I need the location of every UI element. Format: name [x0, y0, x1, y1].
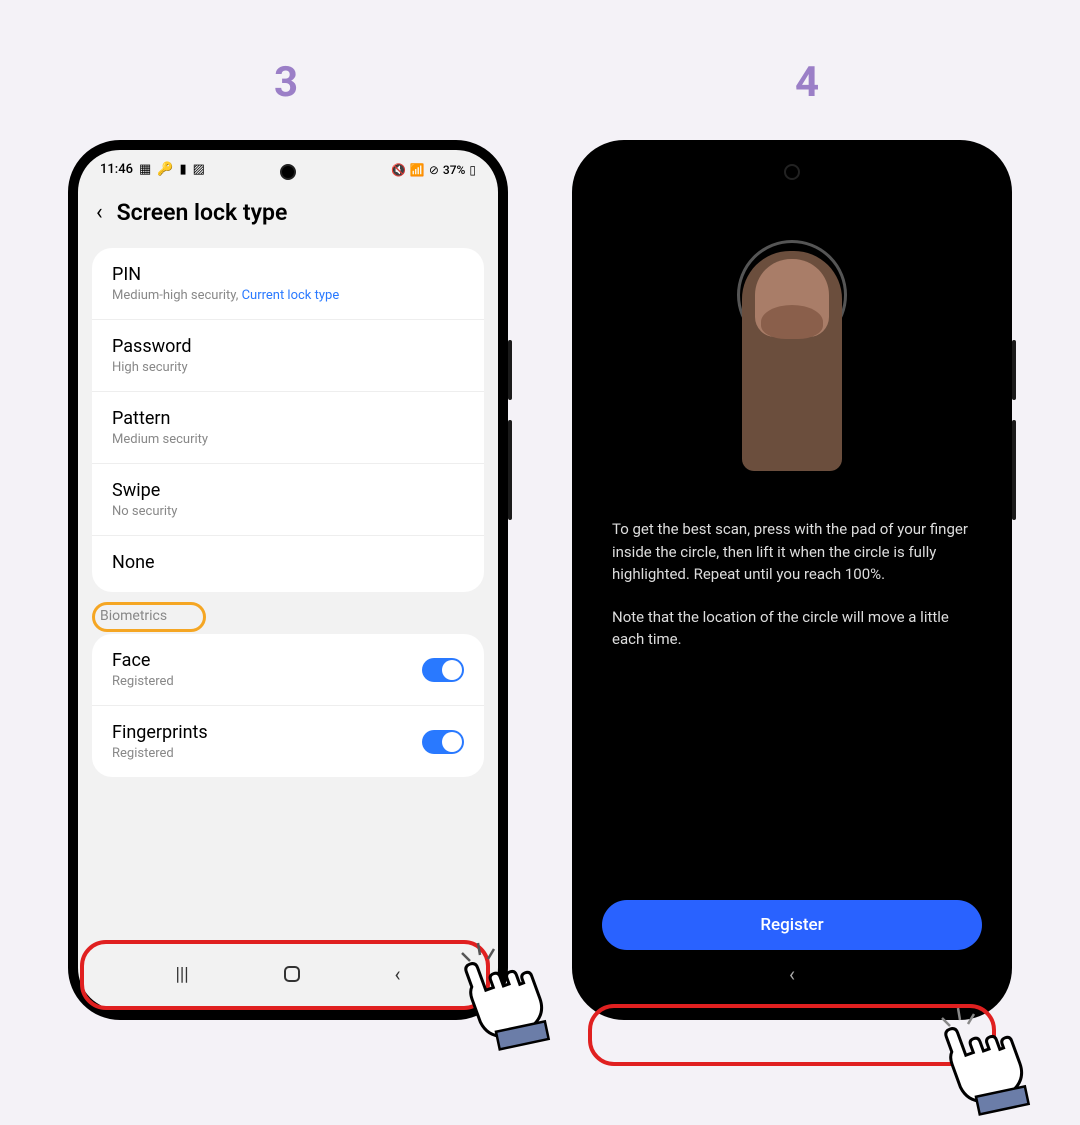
item-subtitle: No security — [112, 504, 464, 519]
nav-bar: ‹ — [582, 948, 1002, 1000]
nav-recents-icon[interactable]: ||| — [175, 964, 188, 985]
status-image-icon: ▨ — [193, 162, 205, 177]
thumb-icon — [742, 251, 842, 471]
phone-screen-right: To get the best scan, press with the pad… — [582, 150, 1002, 1010]
lock-type-swipe[interactable]: Swipe No security — [92, 464, 484, 536]
nav-bar: ||| ‹ — [78, 948, 498, 1000]
camera-hole — [280, 164, 296, 180]
biometrics-card: Face Registered Fingerprints Registered — [92, 634, 484, 777]
item-subtitle: Medium security — [112, 432, 464, 447]
phone-side-button — [1012, 420, 1016, 520]
status-time: 11:46 — [100, 162, 133, 177]
wifi-icon: 📶 — [410, 163, 425, 177]
lock-types-card: PIN Medium-high security, Current lock t… — [92, 248, 484, 592]
item-title: Pattern — [112, 408, 464, 429]
item-subtitle: Registered — [112, 746, 422, 761]
item-subtitle: Registered — [112, 674, 422, 689]
item-title: PIN — [112, 264, 464, 285]
step-number-4: 4 — [795, 58, 819, 107]
camera-hole — [784, 164, 800, 180]
phone-screen-left: 11:46 ▦ 🔑 ▮ ▨ 🔇 📶 ⊘ 37% ▯ ‹ Screen lock … — [78, 150, 498, 1010]
pointer-hand-icon — [920, 1005, 1040, 1125]
no-signal-icon: ⊘ — [429, 163, 439, 177]
status-key-icon: 🔑 — [157, 162, 173, 177]
mute-icon: 🔇 — [391, 163, 406, 177]
nav-back-icon[interactable]: ‹ — [394, 962, 400, 986]
lock-type-password[interactable]: Password High security — [92, 320, 484, 392]
biometric-fingerprints[interactable]: Fingerprints Registered — [92, 706, 484, 777]
phone-frame-right: To get the best scan, press with the pad… — [572, 140, 1012, 1020]
item-title: Face — [112, 650, 422, 671]
item-subtitle: Medium-high security, Current lock type — [112, 288, 464, 303]
item-title: None — [112, 552, 464, 573]
nav-back-icon[interactable]: ‹ — [789, 962, 795, 986]
lock-type-pin[interactable]: PIN Medium-high security, Current lock t… — [92, 248, 484, 320]
battery-icon: ▯ — [469, 163, 476, 177]
biometrics-section-label: Biometrics — [78, 592, 498, 634]
lock-type-pattern[interactable]: Pattern Medium security — [92, 392, 484, 464]
status-bookmark-icon: ▮ — [179, 162, 186, 177]
item-title: Password — [112, 336, 464, 357]
phone-frame-left: 11:46 ▦ 🔑 ▮ ▨ 🔇 📶 ⊘ 37% ▯ ‹ Screen lock … — [68, 140, 508, 1020]
lock-type-none[interactable]: None — [92, 536, 484, 592]
fingerprints-toggle[interactable] — [422, 730, 464, 754]
phone-side-button — [508, 340, 512, 400]
nav-home-icon[interactable] — [284, 966, 300, 982]
header: ‹ Screen lock type — [78, 181, 498, 248]
scan-circle — [737, 240, 847, 350]
item-title: Swipe — [112, 480, 464, 501]
item-title: Fingerprints — [112, 722, 422, 743]
instruction-p2: Note that the location of the circle wil… — [612, 606, 972, 651]
phone-side-button — [1012, 340, 1016, 400]
back-icon[interactable]: ‹ — [96, 200, 103, 225]
phone-side-button — [508, 420, 512, 520]
battery-text: 37% — [443, 163, 465, 177]
register-button[interactable]: Register — [602, 900, 982, 950]
face-toggle[interactable] — [422, 658, 464, 682]
status-calendar-icon: ▦ — [139, 162, 151, 177]
item-subtitle: High security — [112, 360, 464, 375]
fingerprint-graphic — [712, 240, 872, 350]
instruction-p1: To get the best scan, press with the pad… — [612, 518, 972, 586]
page-title: Screen lock type — [117, 199, 288, 226]
biometric-face[interactable]: Face Registered — [92, 634, 484, 706]
instruction-text: To get the best scan, press with the pad… — [612, 518, 972, 671]
step-number-3: 3 — [274, 58, 298, 107]
